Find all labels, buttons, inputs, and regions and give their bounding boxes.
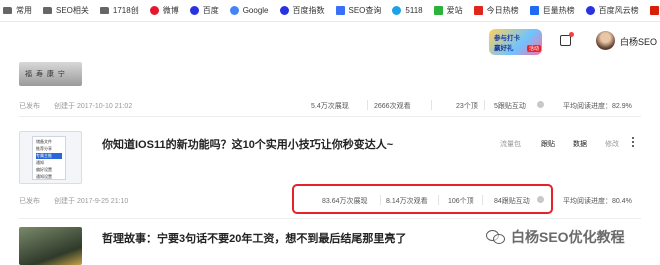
bookmark-5118[interactable]: 5118: [392, 6, 423, 15]
baidu-icon: [585, 6, 595, 15]
read-progress: 平均阅读进度：82.9%: [563, 103, 632, 110]
promo-tag: 活动: [526, 45, 541, 52]
article-thumbnail[interactable]: [19, 227, 82, 265]
bookmark-baidu-fengyun[interactable]: 百度风云榜: [585, 5, 639, 16]
bookmark-1718[interactable]: 1718创: [99, 5, 139, 16]
row-separator: [19, 218, 641, 219]
thumb-row: 通知设置: [36, 174, 52, 179]
bookmark-juliang[interactable]: 巨量热榜: [529, 5, 575, 16]
stat-divider: [431, 100, 432, 110]
yibang-icon: [649, 6, 659, 15]
stat-divider: [484, 100, 485, 110]
edit-button[interactable]: 修改: [605, 139, 619, 149]
interactions-count: 5跟贴互动: [494, 103, 526, 110]
juliang-icon: [529, 6, 539, 15]
bookmark-seo[interactable]: SEO相关: [43, 5, 89, 16]
bookmarks-bar: 常用 SEO相关 1718创 微博 百度 Google 百度指数 SEO查询 5…: [0, 0, 660, 22]
watermark: 白杨SEO优化教程: [486, 227, 625, 247]
google-icon: [229, 6, 239, 15]
thumb-row: 通知: [36, 160, 44, 165]
promo-line1: 参与打卡: [494, 35, 520, 42]
bookmark-baidu[interactable]: 百度: [189, 5, 219, 16]
thumb-row: 专属主推: [36, 153, 62, 159]
promo-line2: 赢好礼: [494, 45, 514, 52]
folder-icon: [43, 7, 52, 14]
weibo-icon: [149, 6, 159, 15]
likes-count: 23个顶: [456, 103, 478, 110]
bookmark-weibo[interactable]: 微博: [149, 5, 179, 16]
created-time: 创建于 2017-9-25 21:10: [54, 198, 129, 205]
row-separator: [19, 116, 641, 117]
folder-icon: [3, 7, 12, 14]
article-thumbnail[interactable]: 福 寿 康 宁: [19, 62, 82, 86]
data-button[interactable]: 数据: [573, 139, 587, 149]
created-time: 创建于 2017-10-10 21:02: [54, 103, 133, 110]
read-progress: 平均阅读进度：80.4%: [563, 198, 632, 205]
traffic-pack-button[interactable]: 流量包: [500, 139, 521, 149]
baidu-icon: [189, 6, 199, 15]
views-count: 2666次观看: [374, 103, 411, 110]
baidu-icon: [279, 6, 289, 15]
thumbnail-settings-panel: 储备文件 推荐分享 专属主推 通知 偏好设置 通知设置: [32, 136, 66, 180]
bookmark-aizhan[interactable]: 爱站: [433, 5, 463, 16]
bookmark-seo-query[interactable]: SEO查询: [335, 5, 381, 16]
avatar[interactable]: [596, 31, 615, 50]
bookmark-baidu-index[interactable]: 百度指数: [279, 5, 325, 16]
bookmark-yibang[interactable]: 亿邦: [649, 5, 660, 16]
more-options-icon[interactable]: [631, 137, 635, 149]
publish-status: 已发布: [19, 103, 40, 110]
toutiao-icon: [473, 6, 483, 15]
username[interactable]: 白杨SEO: [620, 35, 657, 48]
bookmark-changyong[interactable]: 常用: [3, 5, 32, 16]
seo-query-icon: [335, 6, 345, 15]
article-thumbnail[interactable]: 储备文件 推荐分享 专属主推 通知 偏好设置 通知设置: [19, 131, 82, 184]
watermark-text: 白杨SEO优化教程: [511, 229, 625, 245]
top-header: 参与打卡 赢好礼 活动 白杨SEO: [0, 22, 660, 62]
article-title[interactable]: 你知道IOS11的新功能吗？这10个实用小技巧让你秒变达人~: [102, 136, 393, 152]
publish-status: 已发布: [19, 198, 40, 205]
promo-banner[interactable]: 参与打卡 赢好礼 活动: [489, 29, 542, 55]
info-icon[interactable]: [537, 101, 544, 108]
comments-button[interactable]: 跟贴: [541, 139, 555, 149]
thumb-row: 储备文件: [36, 139, 52, 144]
stat-divider: [367, 100, 368, 110]
bookmark-google[interactable]: Google: [229, 6, 269, 15]
notification-dot: [569, 32, 574, 37]
article-title[interactable]: 哲理故事：宁要3句话不要20年工资，想不到最后结尾那里亮了: [102, 230, 406, 246]
impressions-count: 5.4万次展现: [311, 103, 349, 110]
folder-icon: [99, 7, 109, 14]
5118-icon: [392, 6, 402, 15]
highlight-box: [292, 184, 553, 214]
thumb-row: 偏好设置: [36, 167, 52, 172]
aizhan-icon: [433, 6, 443, 15]
thumb-row: 推荐分享: [36, 146, 52, 151]
notification-icon[interactable]: [560, 32, 574, 46]
thumbnail-calligraphy: 福 寿 康 宁: [25, 71, 66, 78]
wechat-icon: [486, 229, 506, 245]
bookmark-toutiao[interactable]: 今日热榜: [473, 5, 519, 16]
